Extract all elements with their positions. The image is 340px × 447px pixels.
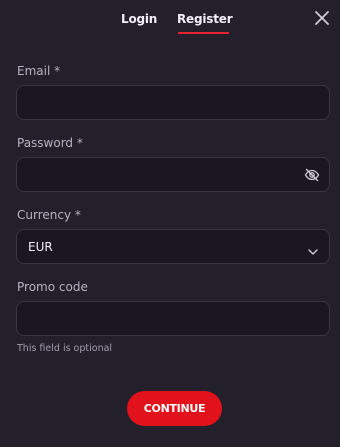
- auth-tabs: Login Register: [0, 10, 340, 36]
- continue-button[interactable]: CONTINUE: [127, 391, 222, 426]
- currency-selected-value: EUR: [28, 240, 53, 254]
- active-tab-indicator: [178, 32, 229, 34]
- promo-code-hint: This field is optional: [17, 343, 113, 354]
- eye-off-icon[interactable]: [304, 167, 320, 183]
- promo-code-field-wrapper: [16, 301, 330, 336]
- password-field[interactable]: [17, 158, 329, 191]
- email-field-wrapper: [16, 85, 330, 120]
- password-field-wrapper: [16, 157, 330, 192]
- close-icon[interactable]: [313, 9, 331, 27]
- email-label: Email *: [17, 64, 61, 78]
- currency-label: Currency *: [17, 208, 81, 222]
- promo-code-field[interactable]: [17, 302, 329, 335]
- chevron-down-icon: [307, 242, 319, 255]
- password-label: Password *: [17, 136, 83, 150]
- tab-login[interactable]: Login: [121, 12, 157, 26]
- promo-code-label: Promo code: [17, 280, 88, 294]
- email-field[interactable]: [17, 86, 329, 119]
- tab-register[interactable]: Register: [177, 12, 233, 26]
- currency-select[interactable]: EUR: [16, 229, 330, 264]
